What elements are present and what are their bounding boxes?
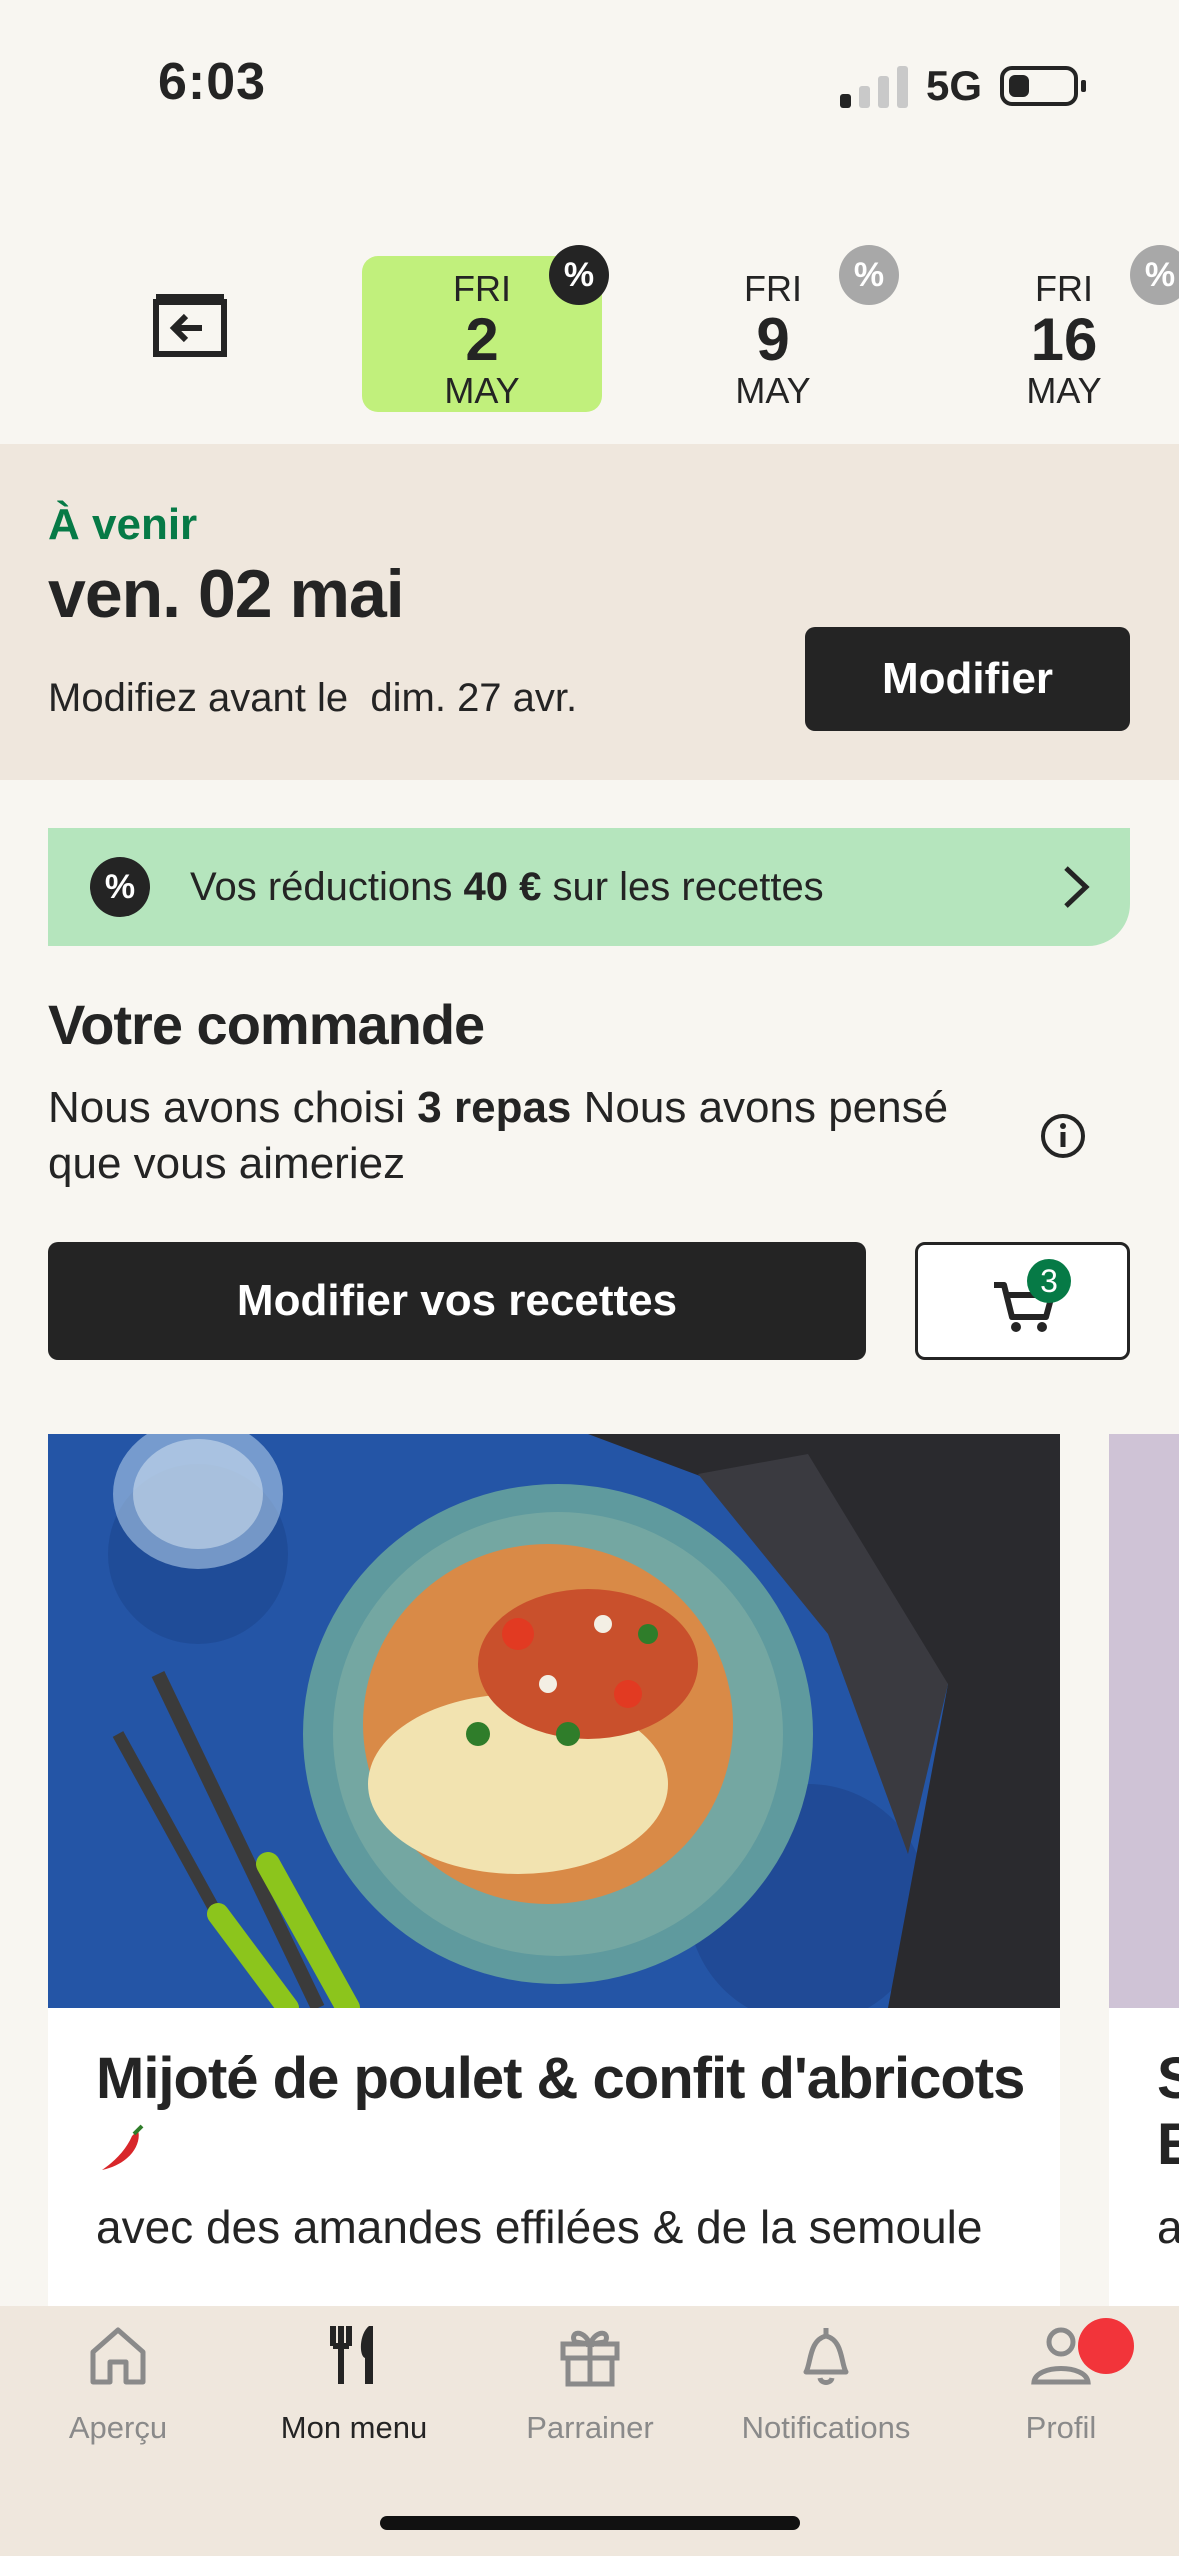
- discount-amount: 40 €: [463, 864, 542, 909]
- date-tab-month: MAY: [1026, 370, 1102, 411]
- order-title: Votre commande: [48, 993, 485, 1056]
- battery-icon: [1000, 66, 1087, 106]
- chevron-right-icon: [1064, 866, 1090, 908]
- nav-label: Profil: [1025, 2410, 1097, 2445]
- recipe-subtitle: a: [1157, 2201, 1179, 2253]
- date-tab-day: 9: [756, 306, 790, 373]
- date-tab-day: 16: [1030, 306, 1098, 373]
- status-indicators: 5G: [840, 62, 1087, 110]
- nav-mon-menu[interactable]: Mon menu: [236, 2320, 472, 2446]
- info-icon[interactable]: [1040, 1113, 1086, 1159]
- discount-banner[interactable]: % Vos réductions 40 € sur les recettes: [48, 828, 1130, 946]
- edit-deadline: Modifiez avant le dim. 27 avr.: [48, 676, 578, 720]
- chili-spicy-icon: [102, 2124, 144, 2170]
- recipe-image: [48, 1434, 1060, 2008]
- network-label: 5G: [926, 62, 983, 109]
- status-time: 6:03: [158, 53, 267, 111]
- nav-notifications[interactable]: Notifications: [708, 2320, 944, 2446]
- cutlery-icon: [330, 2326, 373, 2384]
- profile-notification-dot: [1078, 2318, 1134, 2374]
- recipe-card[interactable]: Mijoté de poulet & confit d'abricots ave…: [48, 1434, 1060, 2434]
- delivery-date: ven. 02 mai: [48, 556, 405, 632]
- date-tab-day: 2: [465, 306, 499, 373]
- date-tab-month: MAY: [444, 370, 520, 411]
- nav-label: Notifications: [741, 2410, 911, 2445]
- home-indicator[interactable]: [380, 2516, 800, 2530]
- nav-label: Aperçu: [68, 2410, 168, 2445]
- nav-parrainer[interactable]: Parrainer: [472, 2320, 708, 2446]
- signal-icon: [840, 64, 908, 108]
- upcoming-label: À venir: [48, 500, 198, 549]
- nav-apercu[interactable]: Aperçu: [0, 2320, 236, 2446]
- gift-icon: [560, 2330, 620, 2387]
- bell-icon: [803, 2328, 849, 2385]
- cart-count-badge: 3: [1027, 1259, 1071, 1303]
- discount-percent-icon: %: [549, 245, 609, 305]
- nav-label: Parrainer: [526, 2410, 654, 2445]
- order-description: Nous avons choisi 3 repas Nous avons pen…: [48, 1083, 961, 1188]
- edit-recipes-button[interactable]: Modifier vos recettes: [48, 1242, 866, 1360]
- nav-label: Mon menu: [280, 2410, 428, 2445]
- recipe-image: [1109, 1434, 1179, 2008]
- discount-percent-icon: %: [90, 857, 150, 917]
- recipe-subtitle: avec des amandes effilées & de la semoul…: [96, 2201, 983, 2253]
- nav-profil[interactable]: Profil: [943, 2320, 1179, 2446]
- discount-text: Vos réductions 40 € sur les recettes: [190, 864, 824, 909]
- home-icon: [90, 2327, 146, 2385]
- discount-percent-icon: %: [839, 245, 899, 305]
- recipe-title: Mijoté de poulet & confit d'abricots: [96, 2046, 1025, 2111]
- cart-button[interactable]: [915, 1242, 1130, 1360]
- date-tab-month: MAY: [735, 370, 811, 411]
- modify-button[interactable]: Modifier: [805, 627, 1130, 731]
- next-recipe-card[interactable]: S E a: [1109, 1434, 1179, 2434]
- recipe-title: S E: [1157, 2046, 1179, 2177]
- previous-deliveries-icon[interactable]: [152, 294, 228, 358]
- meal-count: 3 repas: [417, 1083, 572, 1132]
